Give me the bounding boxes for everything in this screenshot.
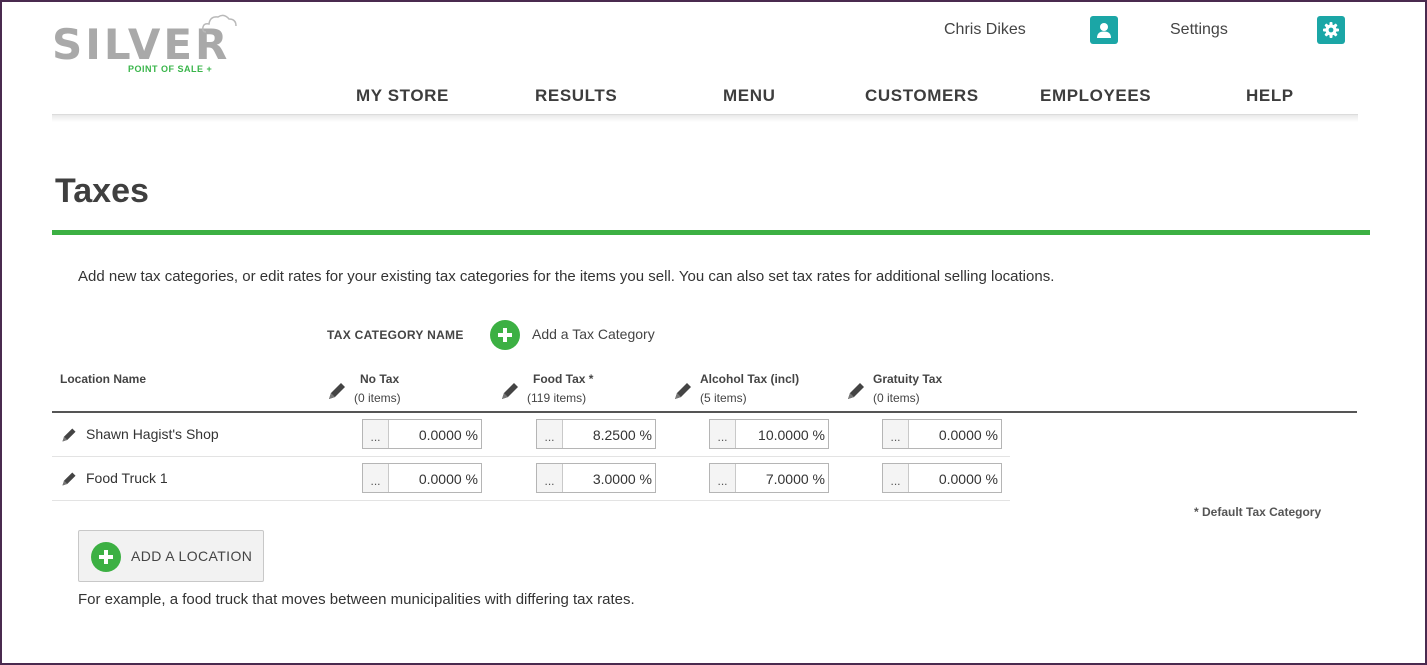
rate-value[interactable]: 3.0000 %	[593, 471, 652, 487]
location-name: Shawn Hagist's Shop	[86, 426, 219, 442]
nav-divider	[52, 114, 1358, 122]
rate-options-button[interactable]: ...	[883, 464, 909, 492]
silver-logo[interactable]: SILVER POINT OF SALE +	[52, 12, 242, 76]
rate-options-button[interactable]: ...	[363, 464, 389, 492]
pencil-icon[interactable]	[326, 380, 348, 402]
rate-value[interactable]: 10.0000 %	[758, 427, 825, 443]
rate-value[interactable]: 0.0000 %	[939, 427, 998, 443]
location-name-header: Location Name	[60, 372, 147, 386]
page-title: Taxes	[55, 172, 149, 210]
user-name-link[interactable]: Chris Dikes	[944, 21, 1026, 39]
intro-text: Add new tax categories, or edit rates fo…	[78, 268, 1055, 285]
column-count: (0 items)	[873, 391, 920, 405]
tax-category-name-label: TAX CATEGORY NAME	[327, 328, 464, 342]
pencil-icon[interactable]	[845, 380, 867, 402]
rate-options-button[interactable]: ...	[537, 464, 563, 492]
nav-results[interactable]: RESULTS	[535, 86, 617, 106]
add-tax-category-link[interactable]: Add a Tax Category	[532, 326, 655, 342]
column-count: (119 items)	[527, 391, 587, 405]
main-nav: MY STORE RESULTS MENU CUSTOMERS EMPLOYEE…	[0, 86, 1427, 108]
plus-icon	[99, 550, 113, 564]
column-count: (5 items)	[700, 391, 747, 405]
column-count: (0 items)	[354, 391, 401, 405]
column-name: Food Tax *	[533, 372, 594, 386]
column-name: No Tax	[360, 372, 400, 386]
rate-value[interactable]: 0.0000 %	[419, 471, 478, 487]
rate-options-button[interactable]: ...	[537, 420, 563, 448]
nav-help[interactable]: HELP	[1246, 86, 1294, 106]
pencil-icon[interactable]	[499, 380, 521, 402]
user-profile-button[interactable]	[1090, 16, 1118, 44]
nav-menu[interactable]: MENU	[723, 86, 775, 106]
default-tax-note: * Default Tax Category	[1194, 505, 1322, 519]
rate-options-button[interactable]: ...	[710, 464, 736, 492]
add-location-button[interactable]: ADD A LOCATION	[78, 530, 264, 582]
settings-button[interactable]	[1317, 16, 1345, 44]
rate-field-food-tax[interactable]: ... 8.2500 %	[536, 419, 656, 449]
rate-options-button[interactable]: ...	[883, 420, 909, 448]
logo-tagline: POINT OF SALE +	[128, 64, 213, 74]
rate-field-food-tax[interactable]: ... 3.0000 %	[536, 463, 656, 493]
column-name: Gratuity Tax	[873, 372, 943, 386]
rate-value[interactable]: 0.0000 %	[939, 471, 998, 487]
add-tax-category-button[interactable]	[490, 320, 520, 350]
rate-field-gratuity-tax[interactable]: ... 0.0000 %	[882, 463, 1002, 493]
plus-icon	[498, 328, 512, 342]
table-row: Shawn Hagist's Shop ... 0.0000 % ... 8.2…	[52, 413, 1010, 457]
nav-my-store[interactable]: MY STORE	[356, 86, 449, 106]
rate-options-button[interactable]: ...	[710, 420, 736, 448]
rate-field-alcohol-tax[interactable]: ... 7.0000 %	[709, 463, 829, 493]
rate-value[interactable]: 7.0000 %	[766, 471, 825, 487]
gear-icon	[1323, 22, 1339, 38]
rate-options-button[interactable]: ...	[363, 420, 389, 448]
nav-customers[interactable]: CUSTOMERS	[865, 86, 979, 106]
pencil-icon[interactable]	[60, 426, 78, 444]
location-name: Food Truck 1	[86, 470, 168, 486]
rate-field-gratuity-tax[interactable]: ... 0.0000 %	[882, 419, 1002, 449]
table-row: Food Truck 1 ... 0.0000 % ... 3.0000 % .…	[52, 457, 1010, 501]
rate-field-no-tax[interactable]: ... 0.0000 %	[362, 463, 482, 493]
user-icon	[1097, 23, 1111, 38]
rate-value[interactable]: 0.0000 %	[419, 427, 478, 443]
pencil-icon[interactable]	[60, 470, 78, 488]
rate-field-no-tax[interactable]: ... 0.0000 %	[362, 419, 482, 449]
add-location-label: ADD A LOCATION	[131, 548, 253, 564]
pencil-icon[interactable]	[672, 380, 694, 402]
cloud-icon	[202, 14, 237, 33]
add-location-example-text: For example, a food truck that moves bet…	[78, 591, 635, 608]
rate-value[interactable]: 8.2500 %	[593, 427, 652, 443]
rate-field-alcohol-tax[interactable]: ... 10.0000 %	[709, 419, 829, 449]
settings-link[interactable]: Settings	[1170, 21, 1228, 39]
title-divider	[52, 230, 1370, 235]
plus-circle	[91, 542, 121, 572]
nav-employees[interactable]: EMPLOYEES	[1040, 86, 1151, 106]
column-name: Alcohol Tax (incl)	[700, 372, 800, 386]
